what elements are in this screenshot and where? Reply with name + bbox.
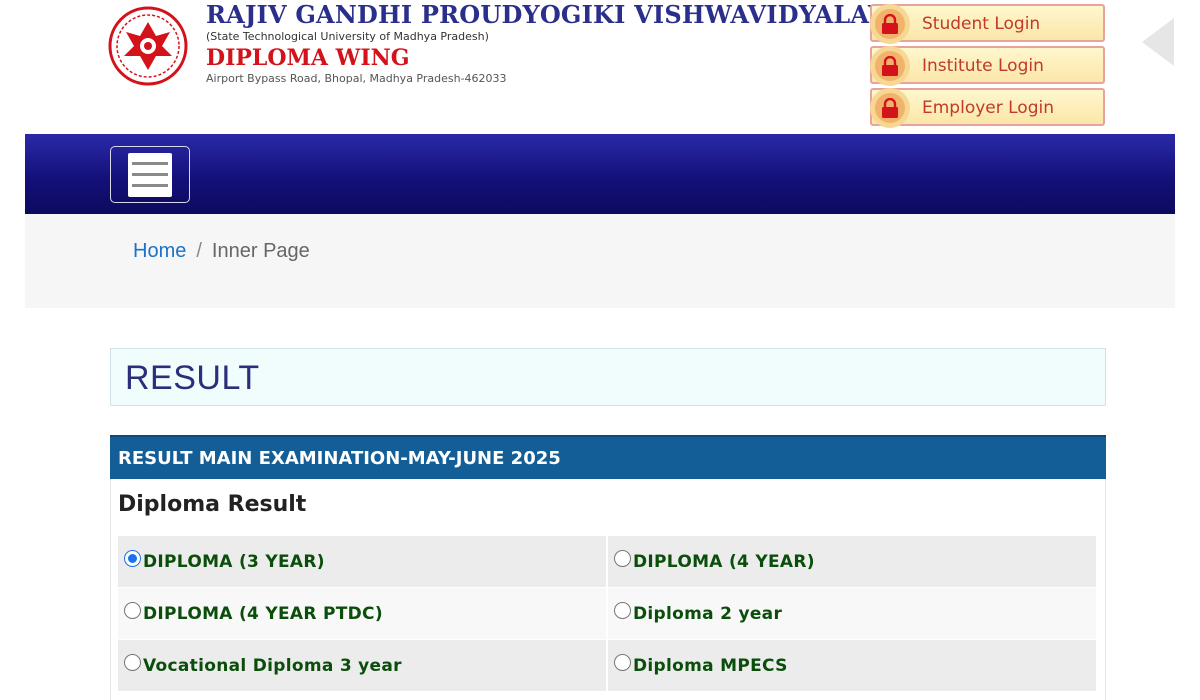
page-title-box: RESULT [110, 348, 1106, 406]
employer-login-button[interactable]: Employer Login [870, 88, 1105, 128]
breadcrumb-current: Inner Page [211, 240, 310, 262]
table-row: DIPLOMA (3 YEAR) DIPLOMA (4 YEAR) [118, 535, 1096, 588]
option-cell: Vocational Diploma 3 year [118, 639, 608, 692]
radio-button[interactable] [124, 550, 141, 567]
slide-arrow-icon[interactable] [1142, 18, 1174, 66]
radio-button[interactable] [124, 654, 141, 671]
breadcrumb-separator: / [196, 240, 202, 262]
option-diploma-2-year[interactable]: Diploma 2 year [614, 602, 1090, 624]
exam-panel-heading: RESULT MAIN EXAMINATION-MAY-JUNE 2025 [110, 435, 1106, 479]
rgpv-emblem-icon [108, 6, 188, 86]
option-diploma-3-year[interactable]: DIPLOMA (3 YEAR) [124, 550, 600, 572]
hamburger-menu-icon [128, 152, 172, 197]
option-cell: DIPLOMA (4 YEAR) [607, 535, 1096, 588]
option-label: Vocational Diploma 3 year [143, 655, 402, 676]
wing-title: DIPLOMA WING [206, 45, 410, 71]
option-diploma-4-year[interactable]: DIPLOMA (4 YEAR) [614, 550, 1090, 572]
breadcrumb-home-link[interactable]: Home [133, 240, 186, 262]
option-cell: DIPLOMA (3 YEAR) [118, 535, 608, 588]
radio-button[interactable] [614, 654, 631, 671]
option-label: DIPLOMA (3 YEAR) [143, 551, 325, 572]
option-label: Diploma MPECS [633, 655, 788, 676]
result-options-table: DIPLOMA (3 YEAR) DIPLOMA (4 YEAR) DIPLOM… [118, 535, 1096, 692]
option-cell: Diploma 2 year [607, 587, 1096, 640]
page-title: RESULT [125, 359, 260, 397]
option-label: DIPLOMA (4 YEAR) [633, 551, 815, 572]
table-row: DIPLOMA (4 YEAR PTDC) Diploma 2 year [118, 587, 1096, 640]
option-vocational-diploma-3-year[interactable]: Vocational Diploma 3 year [124, 654, 600, 676]
option-label: DIPLOMA (4 YEAR PTDC) [143, 603, 383, 624]
main-navbar [25, 134, 1175, 214]
menu-toggle-button[interactable] [110, 146, 190, 203]
breadcrumb-bar: Home / Inner Page [25, 214, 1175, 308]
option-diploma-mpecs[interactable]: Diploma MPECS [614, 654, 1090, 676]
student-login-button[interactable]: Student Login [870, 4, 1105, 44]
option-diploma-4-year-ptdc[interactable]: DIPLOMA (4 YEAR PTDC) [124, 602, 600, 624]
lock-icon [870, 4, 910, 44]
breadcrumb: Home / Inner Page [133, 240, 310, 263]
university-subtitle: (State Technological University of Madhy… [206, 30, 489, 43]
university-address: Airport Bypass Road, Bhopal, Madhya Prad… [206, 72, 507, 85]
lock-icon [870, 46, 910, 86]
page: RAJIV GANDHI PROUDYOGIKI VISHWAVIDYALAYA… [0, 0, 1200, 700]
lock-icon [870, 88, 910, 128]
option-cell: DIPLOMA (4 YEAR PTDC) [118, 587, 608, 640]
university-name: RAJIV GANDHI PROUDYOGIKI VISHWAVIDYALAYA [206, 0, 903, 29]
diploma-result-title: Diploma Result [118, 492, 307, 517]
option-cell: Diploma MPECS [607, 639, 1096, 692]
radio-button[interactable] [614, 602, 631, 619]
institute-login-label: Institute Login [922, 56, 1044, 76]
institute-login-button[interactable]: Institute Login [870, 46, 1105, 86]
employer-login-label: Employer Login [922, 98, 1054, 118]
option-label: Diploma 2 year [633, 603, 783, 624]
radio-button[interactable] [124, 602, 141, 619]
table-row: Vocational Diploma 3 year Diploma MPECS [118, 639, 1096, 692]
student-login-label: Student Login [922, 14, 1041, 34]
site-header: RAJIV GANDHI PROUDYOGIKI VISHWAVIDYALAYA… [0, 0, 1200, 134]
radio-button[interactable] [614, 550, 631, 567]
exam-heading-text: RESULT MAIN EXAMINATION-MAY-JUNE 2025 [118, 448, 561, 469]
